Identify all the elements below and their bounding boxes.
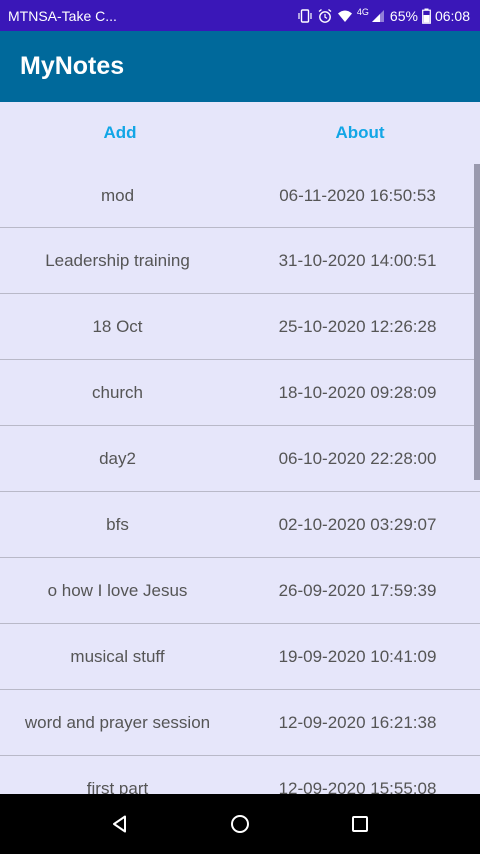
note-date: 19-09-2020 10:41:09 — [278, 646, 437, 666]
note-date: 06-11-2020 16:50:53 — [279, 185, 436, 205]
note-title: first part — [86, 778, 149, 795]
note-date: 31-10-2020 14:00:51 — [278, 250, 437, 270]
list-item[interactable]: o how I love Jesus 26-09-2020 17:59:39 — [0, 558, 480, 624]
note-date: 12-09-2020 15:55:08 — [278, 778, 437, 795]
note-date: 25-10-2020 12:26:28 — [278, 316, 437, 336]
action-row: Add About — [0, 102, 480, 164]
list-item[interactable]: musical stuff 19-09-2020 10:41:09 — [0, 624, 480, 690]
note-date: 06-10-2020 22:28:00 — [278, 448, 437, 468]
list-item[interactable]: mod 06-11-2020 16:50:53 — [0, 164, 480, 228]
scrollbar[interactable] — [474, 164, 480, 480]
about-button[interactable]: About — [240, 102, 480, 164]
back-icon — [110, 814, 130, 834]
app-title: MyNotes — [20, 52, 125, 80]
note-date: 12-09-2020 16:21:38 — [278, 712, 437, 732]
note-title: musical stuff — [70, 646, 165, 666]
list-item[interactable]: 18 Oct 25-10-2020 12:26:28 — [0, 294, 480, 360]
note-title: church — [91, 382, 144, 402]
notes-list[interactable]: mod 06-11-2020 16:50:53 Leadership train… — [0, 164, 480, 794]
note-title: mod — [100, 185, 135, 205]
list-item[interactable]: Leadership training 31-10-2020 14:00:51 — [0, 228, 480, 294]
back-button[interactable] — [100, 804, 140, 844]
battery-icon — [422, 8, 431, 24]
list-item[interactable]: word and prayer session 12-09-2020 16:21… — [0, 690, 480, 756]
system-nav-bar — [0, 794, 480, 854]
home-button[interactable] — [220, 804, 260, 844]
note-date: 18-10-2020 09:28:09 — [278, 382, 437, 402]
list-item[interactable]: bfs 02-10-2020 03:29:07 — [0, 492, 480, 558]
note-title: o how I love Jesus — [47, 580, 188, 600]
list-item[interactable]: day2 06-10-2020 22:28:00 — [0, 426, 480, 492]
note-title: bfs — [106, 514, 129, 534]
status-bar: MTNSA-Take C... 4G 65% 06:08 — [0, 0, 480, 31]
list-item[interactable]: first part 12-09-2020 15:55:08 — [0, 756, 480, 795]
app-bar: MyNotes — [0, 31, 480, 102]
alarm-icon — [317, 8, 333, 24]
clock: 06:08 — [434, 7, 470, 24]
recents-icon — [350, 814, 370, 834]
battery-percent: 65% — [389, 7, 418, 24]
note-title: word and prayer session — [24, 712, 211, 732]
home-icon — [229, 813, 251, 835]
note-title: Leadership training — [45, 250, 190, 270]
signal-icon — [370, 8, 386, 24]
add-button[interactable]: Add — [0, 102, 240, 164]
note-date: 26-09-2020 17:59:39 — [278, 580, 437, 600]
network-badge: 4G — [356, 6, 369, 17]
vibrate-icon — [297, 8, 313, 24]
note-title: 18 Oct — [92, 316, 143, 336]
note-title: day2 — [99, 448, 136, 468]
list-item[interactable]: church 18-10-2020 09:28:09 — [0, 360, 480, 426]
recents-button[interactable] — [340, 804, 380, 844]
note-date: 02-10-2020 03:29:07 — [278, 514, 437, 534]
status-icons: 4G 65% 06:08 — [297, 6, 470, 24]
wifi-icon — [337, 8, 353, 24]
carrier-name: MTNSA-Take C... — [8, 7, 117, 24]
